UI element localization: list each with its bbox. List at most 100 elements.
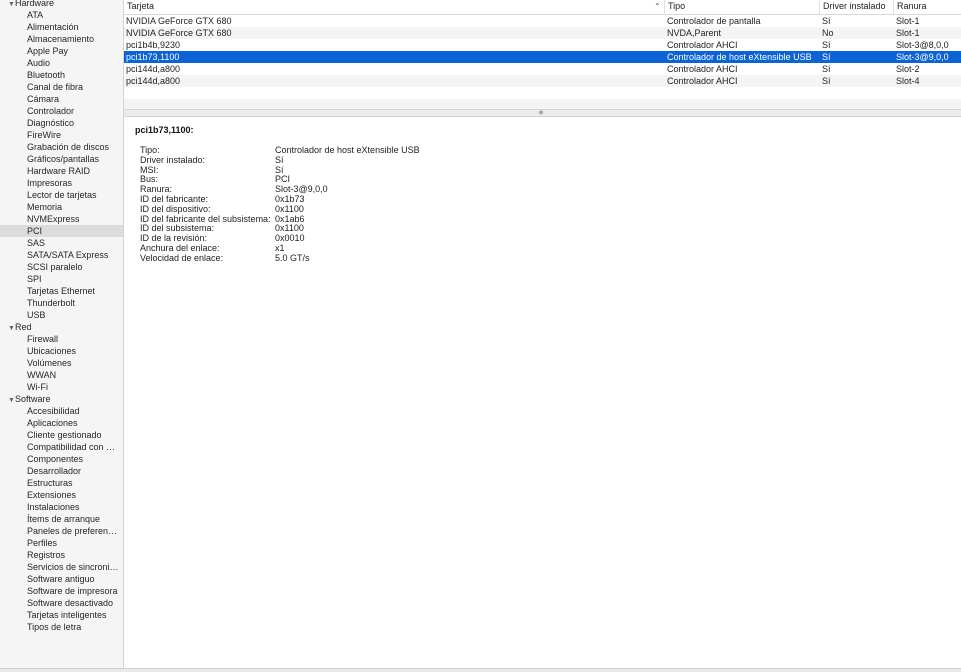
sidebar-item[interactable]: SCSI paralelo xyxy=(0,261,123,273)
sidebar-group-label: Red xyxy=(15,322,32,332)
sidebar: ▼Hardware ATA Alimentación Almacenamiento Ap… xyxy=(0,0,124,668)
sidebar-item[interactable]: Accesibilidad xyxy=(0,405,123,417)
sidebar-item[interactable]: Canal de fibra xyxy=(0,81,123,93)
column-header-ranura[interactable]: Ranura xyxy=(894,0,961,14)
table-cell: Controlador AHCI xyxy=(667,40,738,50)
sidebar-group-software[interactable]: ▼Software xyxy=(0,393,123,405)
table-cell: NVDA,Parent xyxy=(667,28,722,38)
chevron-up-icon: ⌃ xyxy=(654,2,661,11)
sidebar-group-hardware[interactable]: ▼Hardware xyxy=(0,0,123,9)
property-value: 0x0010 xyxy=(275,233,305,244)
property-label: ID del subsistema: xyxy=(140,223,215,234)
sidebar-item[interactable]: SAS xyxy=(0,237,123,249)
sidebar-item[interactable]: Perfiles xyxy=(0,537,123,549)
sidebar-item[interactable]: Bluetooth xyxy=(0,69,123,81)
table-row[interactable]: NVIDIA GeForce GTX 680 NVDA,Parent No Slot-… xyxy=(124,27,961,39)
sidebar-group-label: Hardware xyxy=(15,0,55,8)
sidebar-item[interactable]: Impresoras xyxy=(0,177,123,189)
sidebar-item[interactable]: Controlador xyxy=(0,105,123,117)
sidebar-item[interactable]: FireWire xyxy=(0,129,123,141)
sidebar-item[interactable]: ATA xyxy=(0,9,123,21)
sidebar-item[interactable]: Estructuras xyxy=(0,477,123,489)
sidebar-item[interactable]: Compatibilidad con ar... xyxy=(0,441,123,453)
column-header-tarjeta[interactable]: Tarjeta ⌃ xyxy=(124,0,665,14)
sidebar-group-red[interactable]: ▼Red xyxy=(0,321,123,333)
sidebar-item[interactable]: Software antiguo xyxy=(0,573,123,585)
sidebar-item[interactable]: Cámara xyxy=(0,93,123,105)
column-header-label: Tipo xyxy=(668,1,686,11)
sidebar-item[interactable]: Servicios de sincroniz... xyxy=(0,561,123,573)
pane-splitter[interactable]: ◉ xyxy=(124,109,961,117)
property-value: Sí xyxy=(275,164,284,175)
sidebar-item[interactable]: Paneles de preferenci... xyxy=(0,525,123,537)
property-label: Tipo: xyxy=(140,145,160,155)
sidebar-group-label: Software xyxy=(15,394,51,404)
table-cell: pci1b4b,9230 xyxy=(126,40,181,50)
table-cell: Slot-1 xyxy=(896,28,920,38)
sidebar-item[interactable]: USB xyxy=(0,309,123,321)
column-header-tipo[interactable]: Tipo xyxy=(665,0,820,14)
sidebar-item[interactable]: Hardware RAID xyxy=(0,165,123,177)
sidebar-item[interactable]: Extensiones xyxy=(0,489,123,501)
sidebar-item[interactable]: Tarjetas inteligentes xyxy=(0,609,123,621)
property-value: 0x1b73 xyxy=(275,194,305,204)
table-cell: Controlador AHCI xyxy=(667,76,738,86)
sidebar-item[interactable]: Tarjetas Ethernet xyxy=(0,285,123,297)
sidebar-item[interactable]: SPI xyxy=(0,273,123,285)
sidebar-item[interactable]: Cliente gestionado xyxy=(0,429,123,441)
table-cell: Sí xyxy=(822,40,831,50)
sidebar-item[interactable]: SATA/SATA Express xyxy=(0,249,123,261)
sidebar-item[interactable]: Firewall xyxy=(0,333,123,345)
disclosure-triangle-icon[interactable]: ▼ xyxy=(8,0,15,9)
sidebar-item[interactable]: Desarrollador xyxy=(0,465,123,477)
table-row[interactable]: NVIDIA GeForce GTX 680 Controlador de pan… xyxy=(124,15,961,27)
sidebar-item[interactable]: Memoria xyxy=(0,201,123,213)
column-header-driver[interactable]: Driver instalado xyxy=(820,0,894,14)
table-cell: Slot-3@8,0,0 xyxy=(896,40,949,50)
sidebar-item[interactable]: Thunderbolt xyxy=(0,297,123,309)
sidebar-item[interactable]: Almacenamiento xyxy=(0,33,123,45)
property-label: ID de la revisión: xyxy=(140,233,208,244)
property-label: MSI: xyxy=(140,164,159,175)
table-row[interactable]: pci144d,a800 Controlador AHCI Sí Slot-4 xyxy=(124,75,961,87)
sidebar-item[interactable]: Componentes xyxy=(0,453,123,465)
table-cell: Slot-1 xyxy=(896,16,920,26)
sidebar-item[interactable]: Aplicaciones xyxy=(0,417,123,429)
sidebar-item[interactable]: Software de impresora xyxy=(0,585,123,597)
sidebar-item[interactable]: Gráficos/pantallas xyxy=(0,153,123,165)
sidebar-item[interactable]: WWAN xyxy=(0,369,123,381)
detail-pane: pci1b73,1100: Tipo: Controlador de host e… xyxy=(124,117,961,668)
splitter-grip-icon: ◉ xyxy=(538,110,544,116)
property-label: Anchura del enlace: xyxy=(140,243,220,253)
table-cell: Sí xyxy=(822,64,831,74)
table-header: Tarjeta ⌃ Tipo Driver instalado Ranura xyxy=(124,0,961,15)
sidebar-item[interactable]: Ítems de arranque xyxy=(0,513,123,525)
table-cell: No xyxy=(822,28,834,38)
sidebar-item[interactable]: Volúmenes xyxy=(0,357,123,369)
sidebar-item[interactable]: Grabación de discos xyxy=(0,141,123,153)
detail-title: pci1b73,1100: xyxy=(135,125,194,135)
sidebar-item[interactable]: Wi-Fi xyxy=(0,381,123,393)
sidebar-item[interactable]: Diagnóstico xyxy=(0,117,123,129)
table-cell: pci144d,a800 xyxy=(126,76,181,86)
property-label: Ranura: xyxy=(140,184,173,195)
sidebar-item[interactable]: Lector de tarjetas xyxy=(0,189,123,201)
sidebar-item[interactable]: Apple Pay xyxy=(0,45,123,57)
table-row[interactable]: pci144d,a800 Controlador AHCI Sí Slot-2 xyxy=(124,63,961,75)
sidebar-item[interactable]: Instalaciones xyxy=(0,501,123,513)
disclosure-triangle-icon[interactable]: ▼ xyxy=(8,323,15,333)
sidebar-item[interactable]: Audio xyxy=(0,57,123,69)
disclosure-triangle-icon[interactable]: ▼ xyxy=(8,395,15,405)
table-row[interactable]: pci1b73,1100 Controlador de host eXtensib… xyxy=(124,51,961,63)
property-label: ID del dispositivo: xyxy=(140,203,211,214)
table-row[interactable]: pci1b4b,9230 Controlador AHCI Sí Slot-3@8,0… xyxy=(124,39,961,51)
sidebar-item[interactable]: Ubicaciones xyxy=(0,345,123,357)
sidebar-item[interactable]: Alimentación xyxy=(0,21,123,33)
sidebar-item[interactable]: Tipos de letra xyxy=(0,621,123,633)
sidebar-item[interactable]: Registros xyxy=(0,549,123,561)
sidebar-item[interactable]: NVMExpress xyxy=(0,213,123,225)
table-cell: Sí xyxy=(822,52,831,62)
sidebar-item[interactable]: PCI xyxy=(0,225,123,237)
sidebar-item[interactable]: Software desactivado xyxy=(0,597,123,609)
property-value: 0x1100 xyxy=(275,203,304,214)
